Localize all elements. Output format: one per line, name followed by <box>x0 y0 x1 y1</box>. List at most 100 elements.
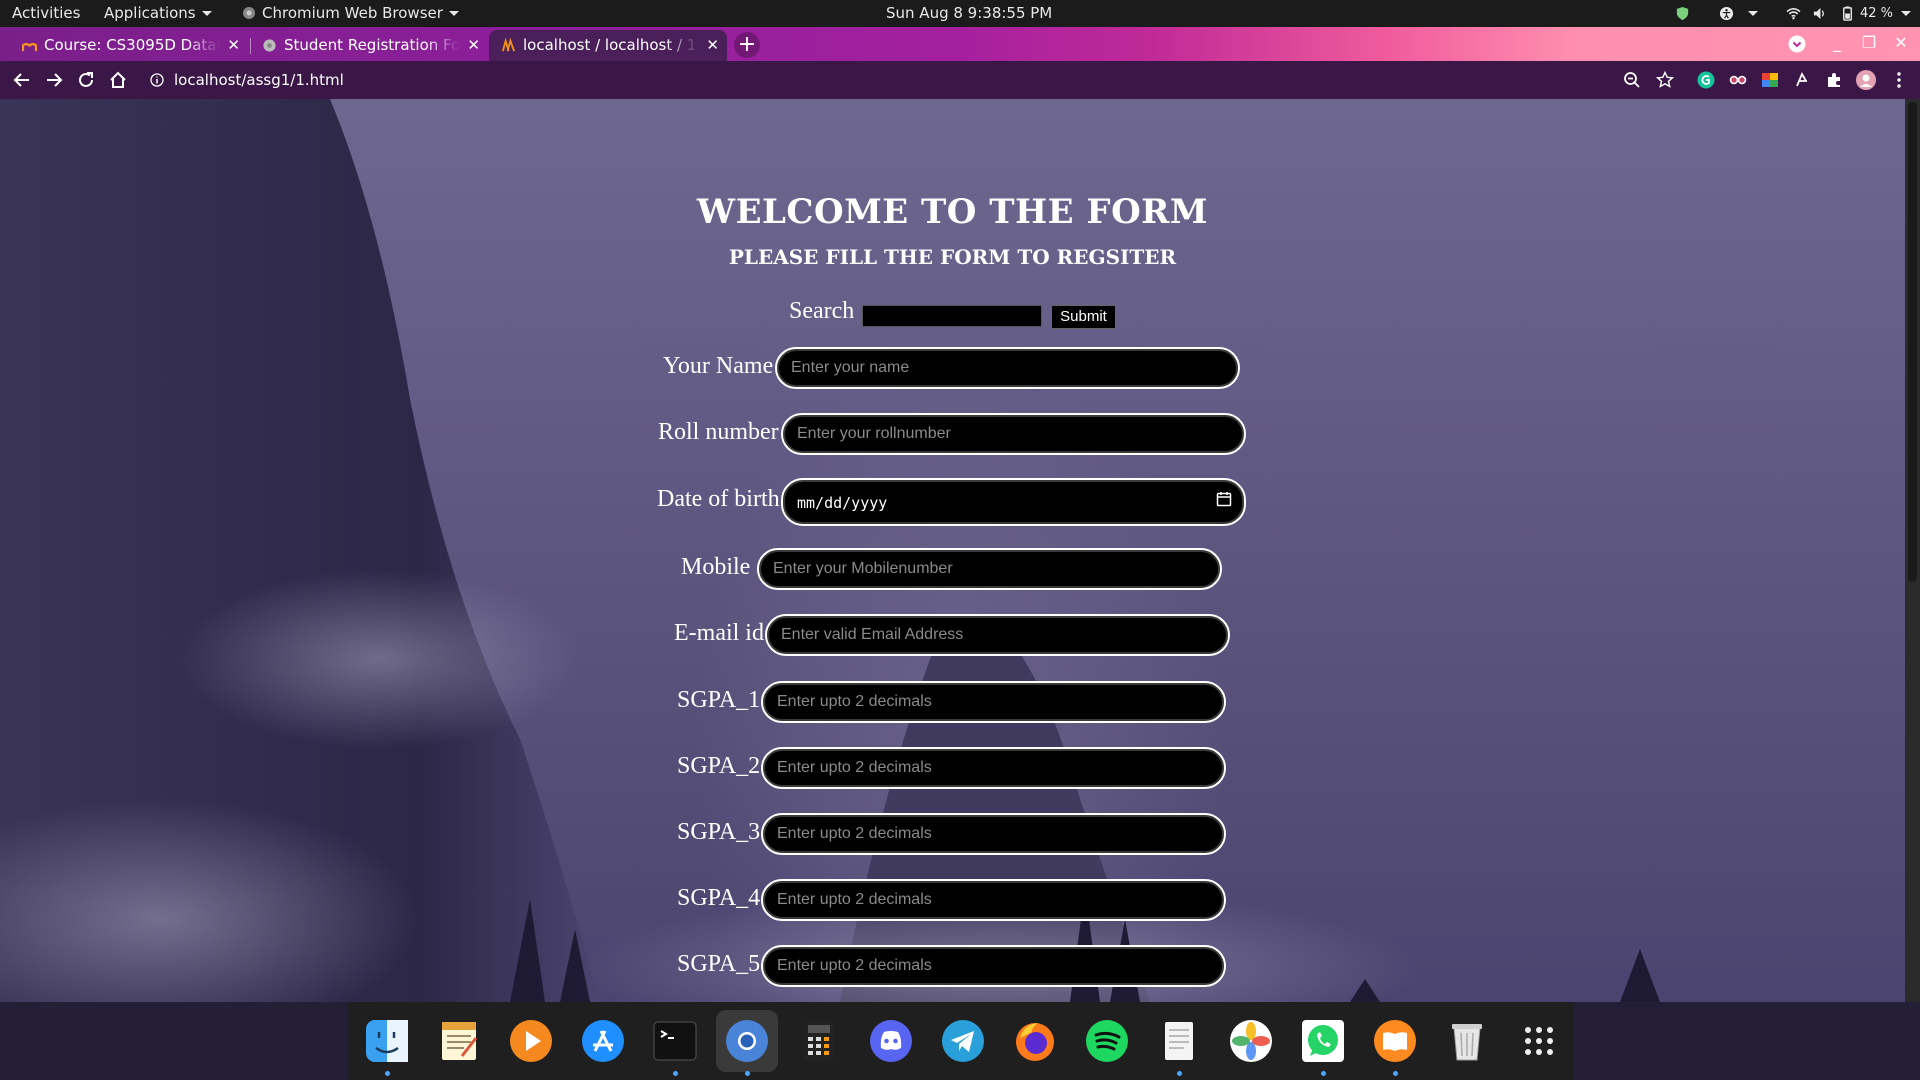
running-indicator <box>1177 1071 1182 1076</box>
dob-field[interactable]: mm/dd/yyyy <box>781 478 1246 526</box>
app-menu[interactable]: Chromium Web Browser <box>242 0 459 27</box>
close-icon[interactable]: ✕ <box>706 30 719 61</box>
volume-icon[interactable] <box>1812 6 1827 21</box>
restore-icon[interactable]: ❐ <box>1859 33 1879 53</box>
sgpa1-label: SGPA_1 <box>677 687 761 713</box>
roll-number-label: Roll number <box>658 419 779 445</box>
name-field[interactable] <box>775 347 1240 389</box>
sgpa2-label: SGPA_2 <box>677 753 761 779</box>
notes-icon[interactable] <box>1156 1018 1202 1064</box>
applications-label: Applications <box>104 4 196 22</box>
whatsapp-icon[interactable] <box>1300 1018 1346 1064</box>
grammarly-icon[interactable] <box>1697 71 1715 89</box>
sgpa4-input[interactable] <box>775 890 1199 910</box>
running-indicator <box>385 1071 390 1076</box>
battery-icon[interactable] <box>1840 6 1855 21</box>
terminal-icon[interactable] <box>652 1018 698 1064</box>
roll-number-input[interactable] <box>795 424 1219 444</box>
dark-mode-extension-icon[interactable] <box>1793 71 1811 89</box>
system-top-bar: Activities Applications Chromium Web Bro… <box>0 0 1920 27</box>
form-subtitle: PLEASE FILL THE FORM TO REGSITER <box>728 245 1177 269</box>
profile-avatar[interactable] <box>1856 70 1876 90</box>
telegram-icon[interactable] <box>940 1018 986 1064</box>
app-grid-icon[interactable] <box>1516 1018 1562 1064</box>
home-icon[interactable] <box>108 70 128 90</box>
tab-title: localhost / localhost / 1st <box>523 36 699 54</box>
sgpa1-field[interactable] <box>761 681 1226 723</box>
tab-search-icon[interactable] <box>1788 35 1806 53</box>
calendar-icon[interactable] <box>1216 491 1232 507</box>
firefox-icon[interactable] <box>1012 1018 1058 1064</box>
search-submit-button[interactable]: Submit <box>1051 305 1116 329</box>
close-window-icon[interactable]: ✕ <box>1891 33 1911 53</box>
chevron-down-icon <box>1748 11 1758 16</box>
info-icon[interactable] <box>150 73 164 87</box>
sgpa5-label: SGPA_5 <box>677 951 761 977</box>
sgpa5-input[interactable] <box>775 956 1199 976</box>
sgpa4-field[interactable] <box>761 879 1226 921</box>
discord-icon[interactable] <box>868 1018 914 1064</box>
roll-number-field[interactable] <box>781 413 1246 455</box>
running-indicator <box>745 1071 750 1076</box>
sgpa2-field[interactable] <box>761 747 1226 789</box>
activities-button[interactable]: Activities <box>12 0 80 27</box>
tab-title: Course: CS3095D Database Management Syst… <box>44 36 220 54</box>
accessibility-icon[interactable] <box>1719 6 1734 21</box>
running-indicator <box>1393 1071 1398 1076</box>
sgpa3-input[interactable] <box>775 824 1199 844</box>
sgpa2-input[interactable] <box>775 758 1199 778</box>
phpmyadmin-icon <box>501 38 516 52</box>
page-content: WELCOME TO THE FORM PLEASE FILL THE FORM… <box>0 99 1905 1002</box>
mobile-input[interactable] <box>771 559 1195 579</box>
tab-phpmyadmin[interactable]: localhost / localhost / 1st ✕ <box>489 30 727 61</box>
tab-student-registration[interactable]: Student Registration Form ✕ <box>250 30 488 61</box>
sgpa1-input[interactable] <box>775 692 1199 712</box>
calculator-icon[interactable] <box>796 1018 842 1064</box>
chevron-down-icon <box>201 11 212 16</box>
chromium-icon[interactable] <box>724 1018 770 1064</box>
app-name-label: Chromium Web Browser <box>262 4 443 22</box>
reader-glasses-icon[interactable] <box>1729 71 1747 89</box>
photos-icon[interactable] <box>1228 1018 1274 1064</box>
email-label: E-mail id <box>674 620 764 646</box>
shield-icon[interactable] <box>1675 6 1690 21</box>
extensions-puzzle-icon[interactable] <box>1825 71 1843 89</box>
mobile-field[interactable] <box>757 548 1222 590</box>
new-tab-button[interactable]: + <box>734 32 760 58</box>
reload-icon[interactable] <box>76 70 96 90</box>
color-picker-icon[interactable] <box>1761 71 1779 89</box>
minimize-icon[interactable]: _ <box>1827 33 1847 53</box>
zoom-icon[interactable] <box>1623 71 1641 89</box>
sgpa3-label: SGPA_3 <box>677 819 761 845</box>
url-text[interactable]: localhost/assg1/1.html <box>174 65 344 95</box>
back-icon[interactable] <box>12 70 32 90</box>
close-icon[interactable]: ✕ <box>227 30 240 61</box>
app-store-icon[interactable] <box>580 1018 626 1064</box>
battery-percent: 42 % <box>1860 6 1894 21</box>
sgpa5-field[interactable] <box>761 945 1226 987</box>
dob-value[interactable]: mm/dd/yyyy <box>797 480 887 526</box>
scrollbar-thumb[interactable] <box>1908 102 1917 582</box>
trash-icon[interactable] <box>1444 1018 1490 1064</box>
address-bar[interactable]: localhost/assg1/1.html <box>140 65 1660 95</box>
forward-icon[interactable] <box>44 70 64 90</box>
email-field[interactable] <box>765 614 1230 656</box>
tab-course[interactable]: Course: CS3095D Database Management Syst… <box>10 30 248 61</box>
name-input[interactable] <box>789 358 1213 378</box>
sgpa3-field[interactable] <box>761 813 1226 855</box>
wifi-icon[interactable] <box>1786 6 1801 21</box>
moodle-icon <box>22 42 37 52</box>
applications-menu[interactable]: Applications <box>104 0 212 27</box>
spotify-icon[interactable] <box>1084 1018 1130 1064</box>
clock[interactable]: Sun Aug 8 9:38:55 PM <box>886 0 1052 27</box>
text-editor-icon[interactable] <box>436 1018 482 1064</box>
email-input[interactable] <box>779 625 1203 645</box>
search-input[interactable] <box>862 305 1042 327</box>
bookmark-star-icon[interactable] <box>1656 71 1674 89</box>
chevron-down-icon <box>448 11 459 16</box>
kebab-menu-icon[interactable] <box>1890 71 1908 89</box>
books-icon[interactable] <box>1372 1018 1418 1064</box>
close-icon[interactable]: ✕ <box>467 30 480 61</box>
media-player-icon[interactable] <box>508 1018 554 1064</box>
finder-icon[interactable] <box>364 1018 410 1064</box>
